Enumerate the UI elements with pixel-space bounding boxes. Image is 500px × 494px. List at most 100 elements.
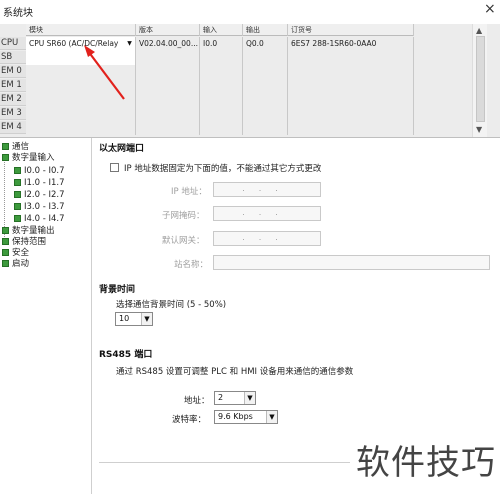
tree-node-icon <box>14 167 21 174</box>
cell-output[interactable] <box>243 51 288 65</box>
cell-input[interactable] <box>200 121 243 135</box>
tree-item-digital-output[interactable]: 数字量输出 <box>2 226 55 237</box>
tree-item-label: I4.0 - I4.7 <box>24 214 65 224</box>
row-label-em2: EM 2 <box>0 93 26 106</box>
row-label-sb: SB <box>0 51 26 64</box>
background-desc: 选择通信背景时间 (5 - 50%) <box>116 300 227 310</box>
tree-item-label: 通信 <box>12 142 30 152</box>
table-row <box>26 93 414 107</box>
tree-item-comm[interactable]: 通信 <box>2 142 29 153</box>
tree-item-label: I1.0 - I1.7 <box>24 178 65 188</box>
grid-scrollbar[interactable]: ▲ ▼ <box>472 24 487 137</box>
watermark-text: 软件技巧 <box>356 443 496 483</box>
cell-input[interactable] <box>200 79 243 93</box>
cell-input[interactable] <box>200 65 243 79</box>
cell-module[interactable] <box>26 93 136 107</box>
tree-item-i0[interactable]: I0.0 - I0.7 <box>14 166 65 177</box>
tree-node-icon <box>14 203 21 210</box>
tree-item-label: 保持范围 <box>12 237 47 247</box>
cell-order[interactable] <box>288 79 414 93</box>
chevron-down-icon[interactable]: ▼ <box>266 411 277 423</box>
cell-order[interactable] <box>288 65 414 79</box>
cell-version[interactable]: V02.04.00_00... <box>136 37 200 51</box>
cell-output[interactable] <box>243 79 288 93</box>
cell-output[interactable] <box>243 121 288 135</box>
chevron-down-icon[interactable]: ▼ <box>125 39 134 49</box>
station-field[interactable] <box>213 255 490 270</box>
col-header-version: 版本 <box>136 24 200 36</box>
cell-order[interactable]: 6ES7 288-1SR60-0AA0 <box>288 37 414 51</box>
close-icon[interactable]: × <box>484 1 496 17</box>
background-select[interactable]: 10 ▼ <box>115 312 153 326</box>
table-row <box>26 79 414 93</box>
cell-input[interactable] <box>200 107 243 121</box>
tree-item-retentive[interactable]: 保持范围 <box>2 237 46 248</box>
cell-module[interactable] <box>26 107 136 121</box>
cell-input[interactable] <box>200 51 243 65</box>
cell-order[interactable] <box>288 93 414 107</box>
tree-item-security[interactable]: 安全 <box>2 248 29 259</box>
cell-output[interactable] <box>243 107 288 121</box>
cell-output[interactable] <box>243 65 288 79</box>
ip-field[interactable]: ... <box>213 182 321 197</box>
grid-header: 模块 版本 输入 输出 订货号 <box>26 24 414 36</box>
tree-item-digital-input[interactable]: 数字量输入 <box>2 153 55 164</box>
module-select-value: CPU SR60 (AC/DC/Relay <box>29 39 119 48</box>
address-select-value: 2 <box>218 393 224 402</box>
cell-order[interactable] <box>288 51 414 65</box>
tree-node-icon <box>2 143 9 150</box>
rs485-section-title: RS485 端口 <box>99 350 153 360</box>
title-bar: 系统块 × <box>0 0 500 20</box>
col-header-module: 模块 <box>26 24 136 36</box>
subnet-field[interactable]: ... <box>213 206 321 221</box>
cell-version[interactable] <box>136 121 200 135</box>
ip-field-dots: ... <box>242 184 292 193</box>
cell-module[interactable] <box>26 65 136 79</box>
row-label-em3: EM 3 <box>0 107 26 120</box>
scroll-thumb[interactable] <box>476 36 485 122</box>
chevron-down-icon[interactable]: ▼ <box>141 313 152 325</box>
cell-order[interactable] <box>288 107 414 121</box>
tree-node-icon <box>2 154 9 161</box>
cell-version[interactable] <box>136 93 200 107</box>
row-label-em4: EM 4 <box>0 121 26 134</box>
cell-version[interactable] <box>136 79 200 93</box>
address-select[interactable]: 2 ▼ <box>214 391 256 405</box>
ip-label: IP 地址： <box>171 187 207 197</box>
chevron-down-icon[interactable]: ▼ <box>244 392 255 404</box>
tree-item-i3[interactable]: I3.0 - I3.7 <box>14 202 65 213</box>
cell-input[interactable]: I0.0 <box>200 37 243 51</box>
tree-item-i4[interactable]: I4.0 - I4.7 <box>14 214 65 225</box>
tree-node-icon <box>14 179 21 186</box>
cell-input[interactable] <box>200 93 243 107</box>
cell-order[interactable] <box>288 121 414 135</box>
cell-version[interactable] <box>136 65 200 79</box>
rs485-desc: 通过 RS485 设置可调整 PLC 和 HMI 设备用来通信的通信参数 <box>116 367 354 377</box>
gateway-field[interactable]: ... <box>213 231 321 246</box>
cell-output[interactable]: Q0.0 <box>243 37 288 51</box>
tree-item-i2[interactable]: I2.0 - I2.7 <box>14 190 65 201</box>
baud-select[interactable]: 9.6 Kbps ▼ <box>214 410 278 424</box>
window-title: 系统块 <box>3 8 33 19</box>
cell-version[interactable] <box>136 107 200 121</box>
tree-item-label: I0.0 - I0.7 <box>24 166 65 176</box>
module-grid: 模块 版本 输入 输出 订货号 CPU SB EM 0 EM 1 EM 2 EM… <box>0 24 500 137</box>
watermark: 软件技巧 <box>350 421 500 494</box>
subnet-field-dots: ... <box>242 208 292 217</box>
col-header-output: 输出 <box>243 24 288 36</box>
cell-module[interactable] <box>26 121 136 135</box>
cell-module[interactable] <box>26 51 136 65</box>
tree-item-startup[interactable]: 启动 <box>2 259 29 270</box>
fixed-ip-checkbox[interactable] <box>110 163 119 172</box>
row-label-em1: EM 1 <box>0 79 26 92</box>
tree-node-icon <box>2 260 9 267</box>
cell-output[interactable] <box>243 93 288 107</box>
cell-module[interactable] <box>26 79 136 93</box>
tree-node-icon <box>14 191 21 198</box>
cell-version[interactable] <box>136 51 200 65</box>
scroll-up-icon[interactable]: ▲ <box>476 26 482 35</box>
module-select[interactable]: CPU SR60 (AC/DC/Relay ▼ <box>26 37 136 51</box>
scroll-down-icon[interactable]: ▼ <box>476 125 482 134</box>
tree-item-i1[interactable]: I1.0 - I1.7 <box>14 178 65 189</box>
gateway-label: 默认网关： <box>162 236 205 246</box>
